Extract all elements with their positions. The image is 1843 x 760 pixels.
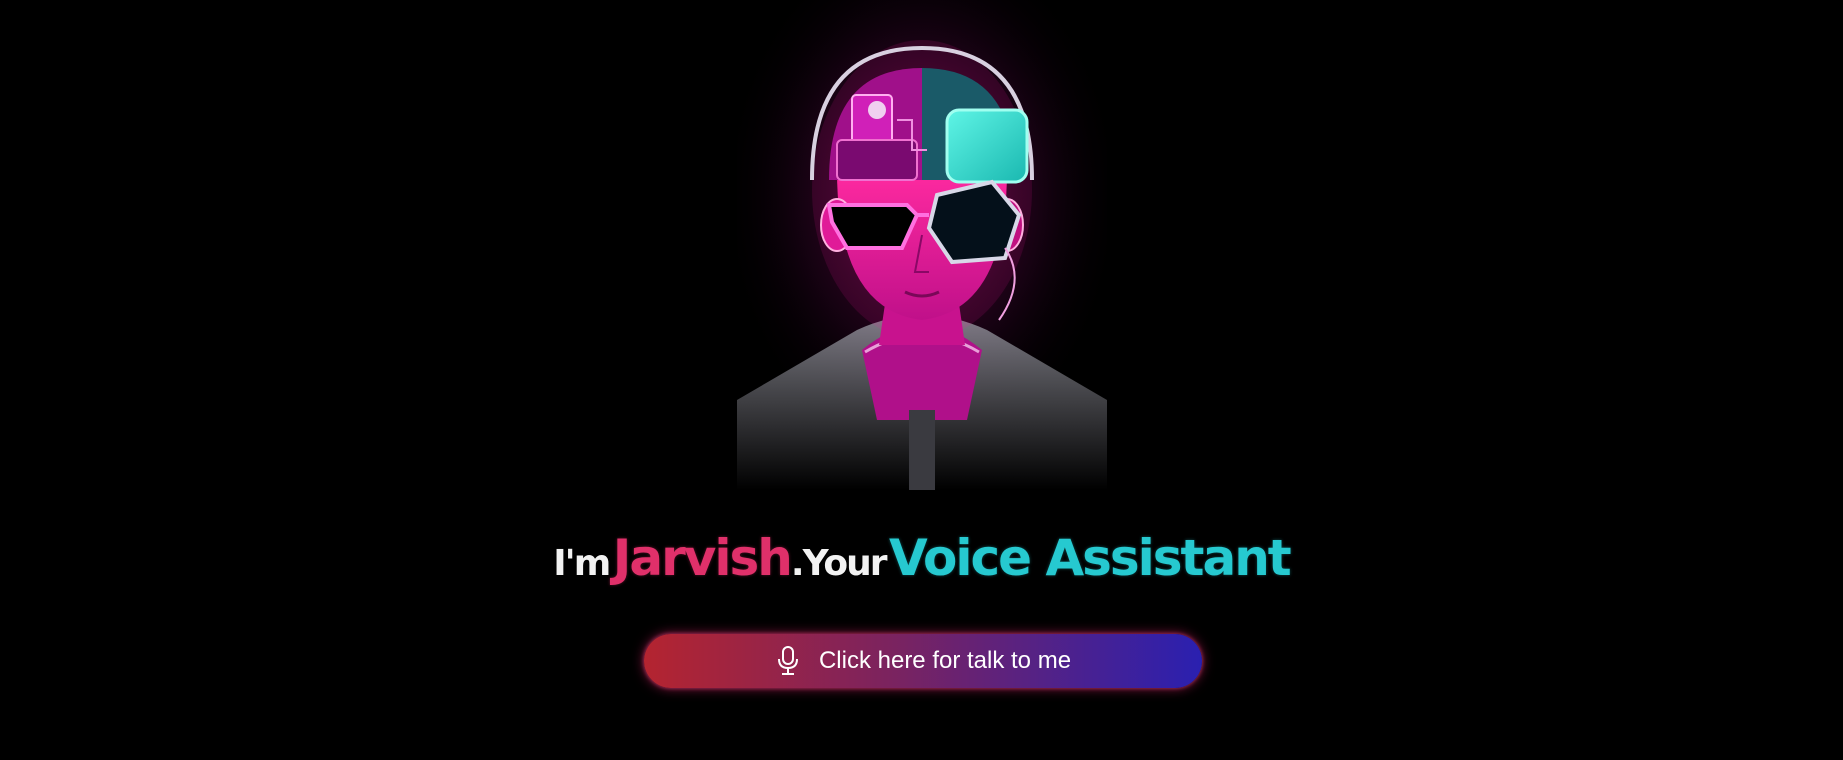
hero-headline: I'm Jarvish.Your Voice Assistant <box>0 528 1843 600</box>
talk-button-label: Click here for talk to me <box>818 647 1072 674</box>
hero-avatar-image <box>737 0 1107 490</box>
headline-prefix: I'm <box>553 543 611 584</box>
talk-to-me-button[interactable]: Click here for talk to me <box>644 634 1202 688</box>
headline-connector: .Your <box>790 543 888 584</box>
assistant-name: Jarvish <box>612 529 793 587</box>
microphone-icon <box>775 646 801 676</box>
assistant-role: Voice Assistant <box>889 529 1292 587</box>
